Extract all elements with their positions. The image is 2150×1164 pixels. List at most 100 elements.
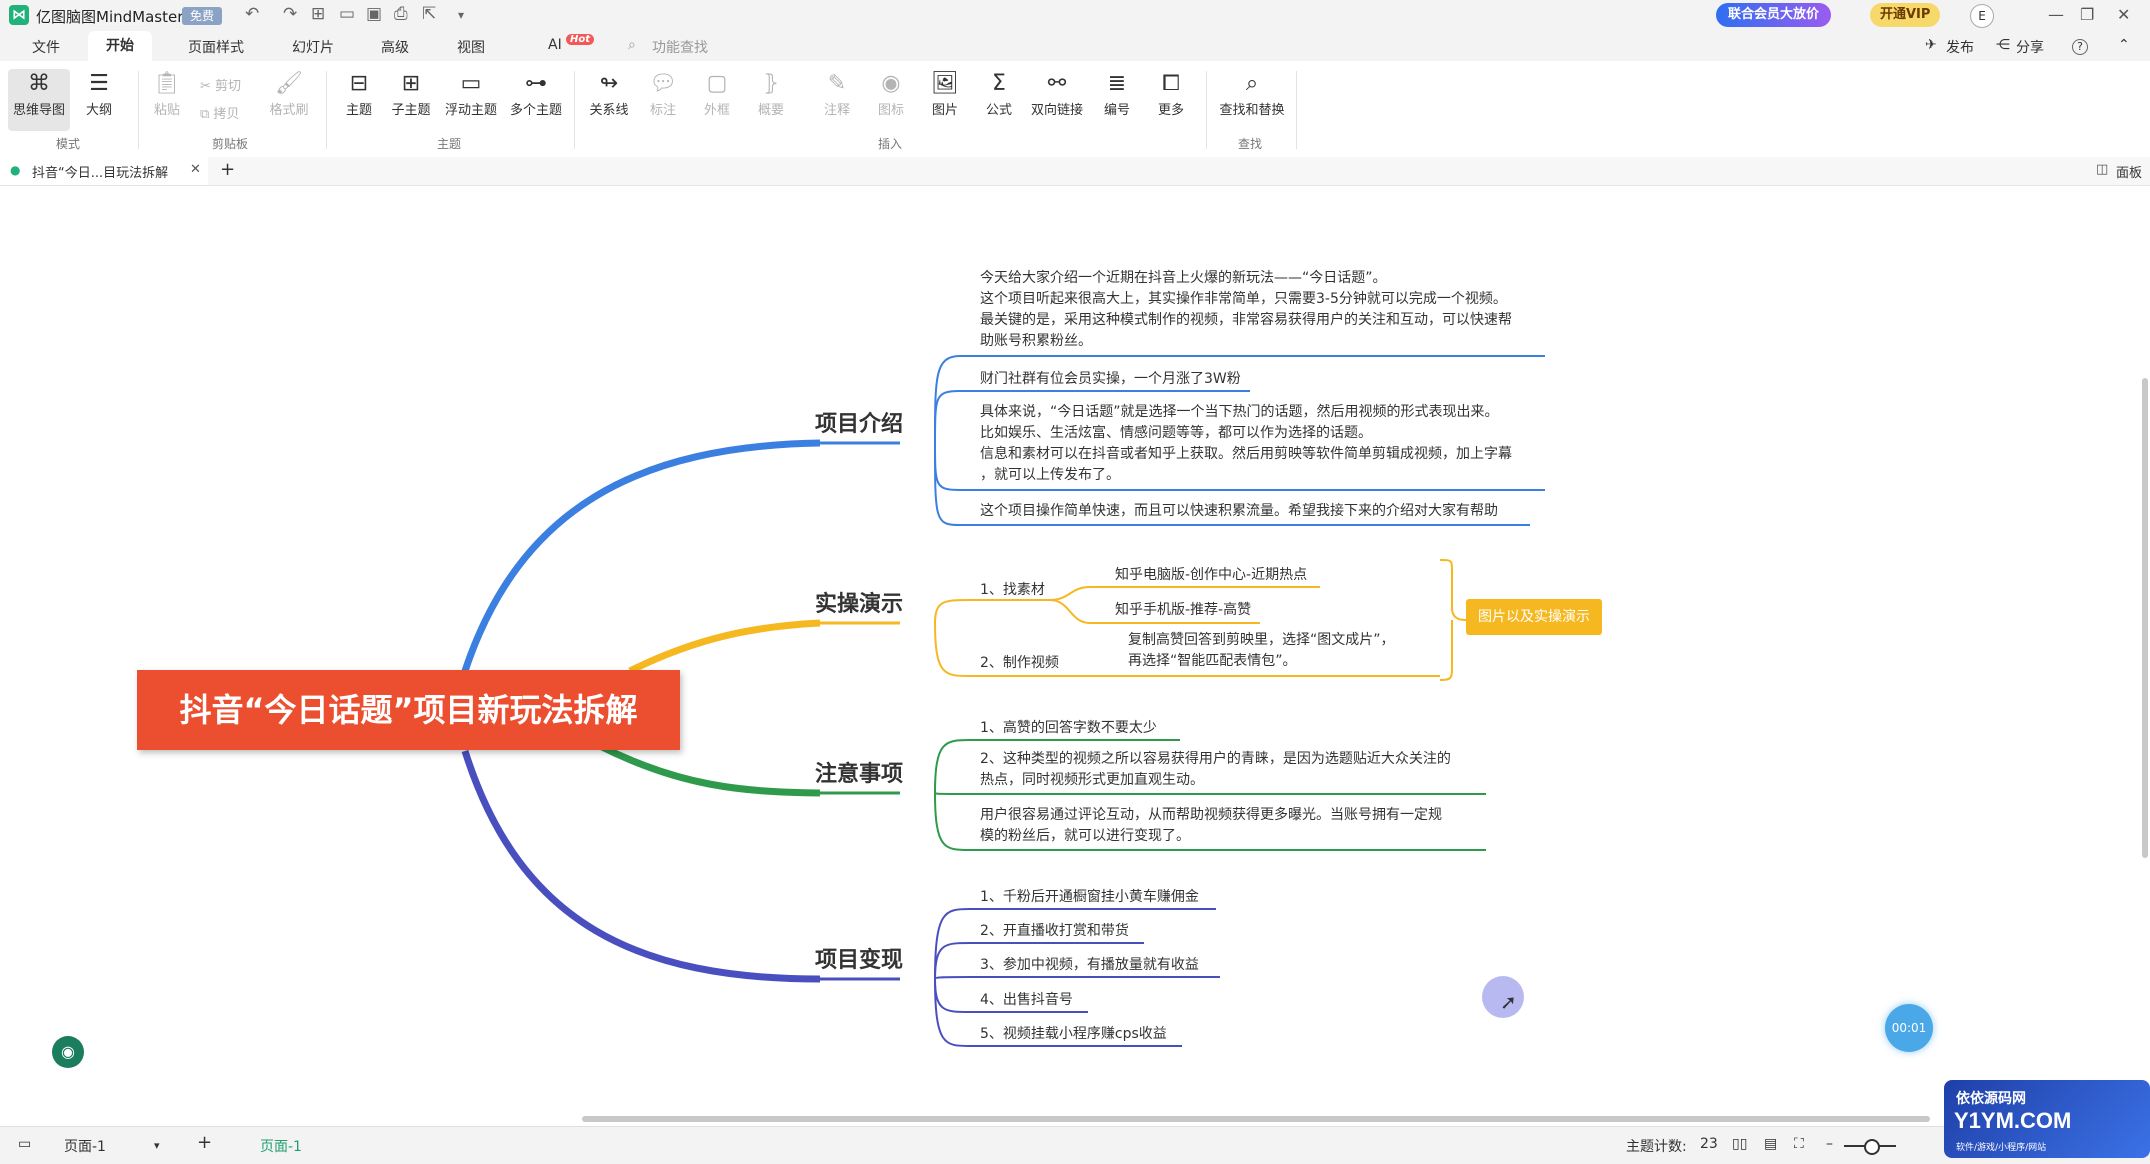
multiple-topics-button[interactable]: ⊶ 多个主题 (505, 69, 567, 118)
menu-bar: 文件 开始 页面样式 幻灯片 高级 视图 AI Hot ⌕ 功能查找 ✈ 发布 … (0, 31, 2150, 61)
subleaf-practice-1[interactable]: 知乎电脑版-创作中心-近期热点 (1115, 565, 1307, 586)
leaf-monetize-1[interactable]: 1、千粉后开通橱窗挂小黄车赚佣金 (980, 887, 1199, 908)
callout-button[interactable]: 💬︎ 标注 (632, 69, 694, 118)
summary-button[interactable]: ⦄ 概要 (740, 69, 802, 118)
leaf-monetize-2[interactable]: 2、开直播收打赏和带货 (980, 921, 1129, 942)
watermark-line1: 依依源码网 (1956, 1091, 2026, 1107)
boundary-button[interactable]: ▢ 外框 (686, 69, 748, 118)
leaf-monetize-3[interactable]: 3、参加中视频，有播放量就有收益 (980, 955, 1199, 976)
copy-button[interactable]: ⧉ 拷贝 (200, 103, 239, 122)
print-icon[interactable]: ⎙ (394, 4, 408, 24)
avatar[interactable]: E (1970, 4, 1994, 28)
save-icon[interactable]: ▣ (366, 4, 382, 24)
share-icon[interactable]: ⋲ (1996, 37, 2010, 53)
horizontal-scrollbar[interactable] (582, 1116, 1930, 1122)
subleaf-practice-2[interactable]: 知乎手机版-推荐-高赞 (1115, 600, 1251, 621)
more-button[interactable]: ⧠ 更多 (1140, 69, 1202, 118)
minimize-icon[interactable]: — (2048, 5, 2064, 24)
panel-icon[interactable]: ◫ (2096, 162, 2108, 177)
document-tab[interactable]: ● 抖音“今日...目玩法拆解 ✕ (0, 157, 208, 185)
leaf-intro-4[interactable]: 这个项目操作简单快速，而且可以快速积累流量。希望我接下来的介绍对大家有帮助 (980, 501, 1498, 522)
new-tab-icon[interactable]: + (220, 159, 235, 180)
publish-button[interactable]: 发布 (1946, 37, 1974, 57)
note-button[interactable]: ✎ 注释 (806, 69, 868, 118)
vip-button[interactable]: 开通VIP (1870, 3, 1941, 27)
outline-mode-button[interactable]: ☰ 大纲 (68, 69, 130, 118)
subleaf-practice-3[interactable]: 复制高赞回答到剪映里，选择“图文成片”， 再选择“智能匹配表情包”。 (1128, 630, 1395, 672)
summary-label: 概要 (757, 103, 784, 118)
paste-button[interactable]: 📋︎ 粘贴 (136, 69, 198, 118)
assistant-robot-icon[interactable]: ◉ (52, 1036, 84, 1068)
mindmap-mode-button[interactable]: ⌘ 思维导图 (8, 69, 70, 131)
branch-topic-monetize[interactable]: 项目变现 (815, 942, 903, 974)
floating-topic-button[interactable]: ▭ 浮动主题 (440, 69, 502, 118)
leaf-notes-2[interactable]: 2、这种类型的视频之所以容易获得用户的青睐，是因为选题贴近大众关注的 热点，同时视… (980, 749, 1451, 791)
ribbon-toolbar: ⌘ 思维导图 ☰ 大纲 模式 📋︎ 粘贴 ✂ 剪切 ⧉ 拷贝 🖌︎ 格式刷 剪贴… (0, 61, 2150, 158)
find-replace-button[interactable]: ⌕ 查找和替换 (1214, 69, 1290, 118)
recording-timer[interactable]: 00:01 (1885, 1004, 1933, 1052)
menu-home[interactable]: 开始 (88, 31, 152, 61)
menu-page-style[interactable]: 页面样式 (188, 37, 244, 57)
leaf-monetize-5[interactable]: 5、视频挂载小程序赚cps收益 (980, 1024, 1167, 1045)
restore-icon[interactable]: ❐ (2080, 5, 2094, 24)
publish-icon[interactable]: ✈ (1925, 37, 1937, 53)
central-topic[interactable]: 抖音“今日话题”项目新玩法拆解 (137, 670, 680, 750)
open-file-icon[interactable]: ▭ (339, 4, 355, 24)
formula-button[interactable]: Σ 公式 (968, 69, 1030, 118)
branch-topic-practice[interactable]: 实操演示 (815, 586, 903, 618)
close-window-icon[interactable]: ✕ (2117, 5, 2130, 24)
format-painter-button[interactable]: 🖌︎ 格式刷 (258, 69, 320, 118)
leaf-intro-1[interactable]: 今天给大家介绍一个近期在抖音上火爆的新玩法——“今日话题”。 这个项目听起来很高大… (980, 268, 1512, 352)
fullscreen-icon[interactable]: ⛶ (1794, 1136, 1804, 1152)
group-label-find: 查找 (1238, 137, 1263, 151)
page-panel-icon[interactable]: ▭ (18, 1136, 31, 1152)
promo-badge[interactable]: 联合会员大放价 (1716, 3, 1832, 27)
collapse-ribbon-icon[interactable]: ⌃ (2118, 37, 2130, 53)
page-tab[interactable]: 页面-1 (260, 1136, 302, 1156)
cut-button[interactable]: ✂ 剪切 (200, 75, 241, 94)
relationship-button[interactable]: ↬ 关系线 (578, 69, 640, 118)
share-button[interactable]: 分享 (2016, 37, 2044, 57)
redo-icon[interactable]: ↷ (283, 4, 297, 24)
numbering-button[interactable]: ≣ 编号 (1086, 69, 1148, 118)
topic-count-value: 23 (1700, 1136, 1718, 1152)
undo-icon[interactable]: ↶ (245, 4, 259, 24)
add-page-icon[interactable]: + (197, 1132, 212, 1153)
branch-topic-notes[interactable]: 注意事项 (815, 756, 903, 788)
bidirectional-link-button[interactable]: ⚯ 双向链接 (1026, 69, 1088, 118)
close-tab-icon[interactable]: ✕ (190, 162, 201, 177)
icon-insert-button[interactable]: ◉ 图标 (860, 69, 922, 118)
summary-callout[interactable]: 图片以及实操演示 (1466, 599, 1602, 635)
feature-search-input[interactable]: 功能查找 (652, 37, 708, 57)
new-file-icon[interactable]: ⊞ (311, 4, 325, 24)
menu-view[interactable]: 视图 (457, 37, 485, 57)
search-icon[interactable]: ⌕ (628, 37, 636, 53)
panel-button[interactable]: 面板 (2116, 162, 2142, 181)
menu-file[interactable]: 文件 (32, 37, 60, 57)
book-view-icon[interactable]: ▯▯ (1732, 1136, 1747, 1152)
mindmap-canvas[interactable]: 抖音“今日话题”项目新玩法拆解 项目介绍 实操演示 注意事项 项目变现 今天给大… (0, 186, 2150, 1126)
customize-dropdown-icon[interactable]: ▾ (458, 8, 464, 22)
page-select-chevron-icon[interactable]: ▾ (154, 1139, 160, 1152)
subtopic-button[interactable]: ⊞ 子主题 (380, 69, 442, 118)
leaf-notes-3[interactable]: 用户很容易通过评论互动，从而帮助视频获得更多曝光。当账号拥有一定规 模的粉丝后，就… (980, 805, 1442, 847)
export-icon[interactable]: ⇱ (422, 4, 436, 24)
help-icon[interactable]: ? (2072, 39, 2088, 55)
vertical-scrollbar[interactable] (2142, 378, 2148, 858)
page-select[interactable]: 页面-1 (64, 1136, 106, 1156)
menu-ai[interactable]: AI (548, 37, 562, 53)
leaf-notes-1[interactable]: 1、高赞的回答字数不要太少 (980, 718, 1157, 739)
menu-slides[interactable]: 幻灯片 (292, 37, 334, 57)
leaf-practice-2[interactable]: 2、制作视频 (980, 653, 1059, 674)
image-label: 图片 (931, 103, 958, 118)
leaf-monetize-4[interactable]: 4、出售抖音号 (980, 990, 1073, 1011)
branch-topic-intro[interactable]: 项目介绍 (815, 406, 903, 438)
image-button[interactable]: 🖼︎ 图片 (914, 69, 976, 118)
leaf-intro-2[interactable]: 财门社群有位会员实操，一个月涨了3W粉 (980, 369, 1241, 390)
leaf-intro-3[interactable]: 具体来说，“今日话题”就是选择一个当下热门的话题，然后用视频的形式表现出来。 比如… (980, 402, 1512, 486)
leaf-practice-1[interactable]: 1、找素材 (980, 580, 1045, 601)
zoom-slider-handle[interactable] (1864, 1139, 1880, 1155)
zoom-out-icon[interactable]: – (1826, 1136, 1833, 1152)
menu-advanced[interactable]: 高级 (381, 37, 409, 57)
fit-page-icon[interactable]: ▤ (1764, 1136, 1777, 1152)
